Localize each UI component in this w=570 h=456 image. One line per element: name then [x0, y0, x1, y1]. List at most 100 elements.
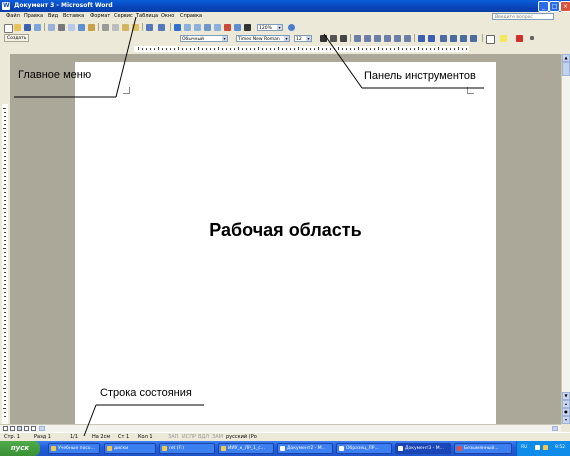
- status-overtype[interactable]: ЗАМ: [212, 434, 223, 440]
- taskbar-item[interactable]: ret (F:): [159, 443, 215, 454]
- undo-icon[interactable]: [146, 24, 153, 31]
- print-preview-icon[interactable]: [68, 24, 75, 31]
- horizontal-ruler[interactable]: [10, 44, 570, 54]
- taskbar-item[interactable]: Безымянный...: [454, 443, 512, 454]
- insert-excel-icon[interactable]: [204, 24, 211, 31]
- new-document-icon[interactable]: [4, 24, 13, 33]
- redo-icon[interactable]: [158, 24, 165, 31]
- print-layout-view-icon[interactable]: [17, 426, 22, 431]
- document-map-icon[interactable]: [234, 24, 241, 31]
- normal-view-icon[interactable]: [3, 426, 8, 431]
- font-select[interactable]: Times New Roman ▾: [236, 35, 290, 42]
- taskbar-item[interactable]: диски: [104, 443, 156, 454]
- scroll-down-icon[interactable]: ▼: [562, 392, 570, 400]
- email-icon[interactable]: [48, 24, 55, 31]
- zoom-select[interactable]: 120% ▾: [257, 24, 283, 31]
- save-icon[interactable]: [24, 24, 31, 31]
- numbering-icon[interactable]: [440, 35, 447, 42]
- font-color-icon[interactable]: [516, 35, 523, 42]
- help-icon[interactable]: [288, 24, 295, 31]
- tray-icon[interactable]: [543, 445, 548, 450]
- status-page: Стр. 1: [4, 434, 20, 440]
- ruler-tick: [446, 48, 447, 50]
- decrease-indent-icon[interactable]: [460, 35, 467, 42]
- justify-icon[interactable]: [384, 35, 391, 42]
- menu-help[interactable]: Справка: [180, 13, 202, 19]
- underline-icon[interactable]: [340, 35, 347, 42]
- menu-edit[interactable]: Правка: [24, 13, 43, 19]
- italic-icon[interactable]: [330, 35, 337, 42]
- align-right-icon[interactable]: [374, 35, 381, 42]
- ruler-tick: [4, 112, 6, 113]
- menu-view[interactable]: Вид: [48, 13, 58, 19]
- spelling-icon[interactable]: [78, 24, 85, 31]
- permission-icon[interactable]: [34, 24, 41, 31]
- bold-icon[interactable]: [320, 35, 327, 42]
- format-painter-icon[interactable]: [132, 24, 139, 31]
- status-track-changes[interactable]: ИСПР: [182, 434, 196, 440]
- status-extend[interactable]: ВДЛ: [198, 434, 209, 440]
- toolbar-options-icon[interactable]: [530, 36, 534, 40]
- show-hide-icon[interactable]: [244, 24, 251, 31]
- taskbar-item[interactable]: ИИУ_к_ЛР_1_с...: [218, 443, 274, 454]
- scroll-up-icon[interactable]: ▲: [562, 54, 570, 62]
- menu-window[interactable]: Окно: [161, 13, 174, 19]
- insert-table-icon[interactable]: [194, 24, 201, 31]
- menu-format[interactable]: Формат: [90, 13, 110, 19]
- close-button[interactable]: ×: [560, 1, 570, 12]
- bullets-icon[interactable]: [450, 35, 457, 42]
- status-record[interactable]: ЗАП: [168, 434, 178, 440]
- print-icon[interactable]: [58, 24, 65, 31]
- menu-insert[interactable]: Вставка: [63, 13, 84, 19]
- previous-page-icon[interactable]: ▴: [562, 400, 570, 408]
- minimize-button[interactable]: _: [538, 1, 549, 12]
- style-select[interactable]: Обычный ▾: [180, 35, 228, 42]
- start-button[interactable]: пуск: [0, 441, 40, 456]
- hyperlink-icon[interactable]: [174, 24, 181, 31]
- scroll-left-icon[interactable]: [39, 426, 45, 431]
- outline-view-icon[interactable]: [24, 426, 29, 431]
- taskbar-item-active[interactable]: Документ3 - M...: [395, 443, 451, 454]
- align-center-icon[interactable]: [364, 35, 371, 42]
- cut-icon[interactable]: [102, 24, 109, 31]
- open-folder-icon[interactable]: [14, 24, 21, 31]
- line-spacing-icon[interactable]: [404, 35, 411, 42]
- rtl-icon[interactable]: [428, 35, 435, 42]
- copy-icon[interactable]: [112, 24, 119, 31]
- web-layout-view-icon[interactable]: [10, 426, 15, 431]
- horizontal-scrollbar[interactable]: [0, 424, 561, 432]
- word-doc-icon: [398, 446, 403, 451]
- align-left-icon[interactable]: [354, 35, 361, 42]
- menu-file[interactable]: Файл: [6, 13, 20, 19]
- word-app-icon[interactable]: [2, 2, 10, 10]
- font-size-select[interactable]: 12 ▾: [294, 35, 312, 42]
- select-browse-object-icon[interactable]: ●: [562, 408, 570, 416]
- next-page-icon[interactable]: ▾: [562, 416, 570, 424]
- document-page[interactable]: Рабочая область: [75, 62, 496, 424]
- scroll-right-icon[interactable]: [552, 426, 558, 431]
- language-indicator[interactable]: RU: [521, 445, 527, 450]
- increase-indent-icon[interactable]: [470, 35, 477, 42]
- columns-icon[interactable]: [214, 24, 221, 31]
- vertical-ruler[interactable]: [0, 54, 10, 424]
- ltr-icon[interactable]: [418, 35, 425, 42]
- maximize-button[interactable]: □: [549, 1, 560, 12]
- tray-icon[interactable]: [535, 445, 540, 450]
- menu-table[interactable]: Таблица: [136, 13, 158, 19]
- highlight-icon[interactable]: [500, 35, 507, 42]
- taskbar-item[interactable]: Образец_ЛР...: [336, 443, 392, 454]
- menu-tools[interactable]: Сервис: [114, 13, 133, 19]
- taskbar-item[interactable]: Учебные посо...: [48, 443, 100, 454]
- research-icon[interactable]: [88, 24, 95, 31]
- distributed-icon[interactable]: [394, 35, 401, 42]
- border-icon[interactable]: [486, 35, 495, 44]
- paste-icon[interactable]: [122, 24, 129, 31]
- scroll-thumb[interactable]: [562, 62, 570, 76]
- create-button[interactable]: Создать: [4, 34, 30, 42]
- drawing-icon[interactable]: [224, 24, 231, 31]
- tables-borders-icon[interactable]: [184, 24, 191, 31]
- taskbar-item[interactable]: Документ2 - M...: [277, 443, 333, 454]
- vertical-scrollbar[interactable]: ▲ ▼ ▴ ● ▾: [561, 54, 570, 424]
- reading-view-icon[interactable]: [31, 426, 36, 431]
- help-question-input[interactable]: Введите вопрос: [492, 13, 554, 20]
